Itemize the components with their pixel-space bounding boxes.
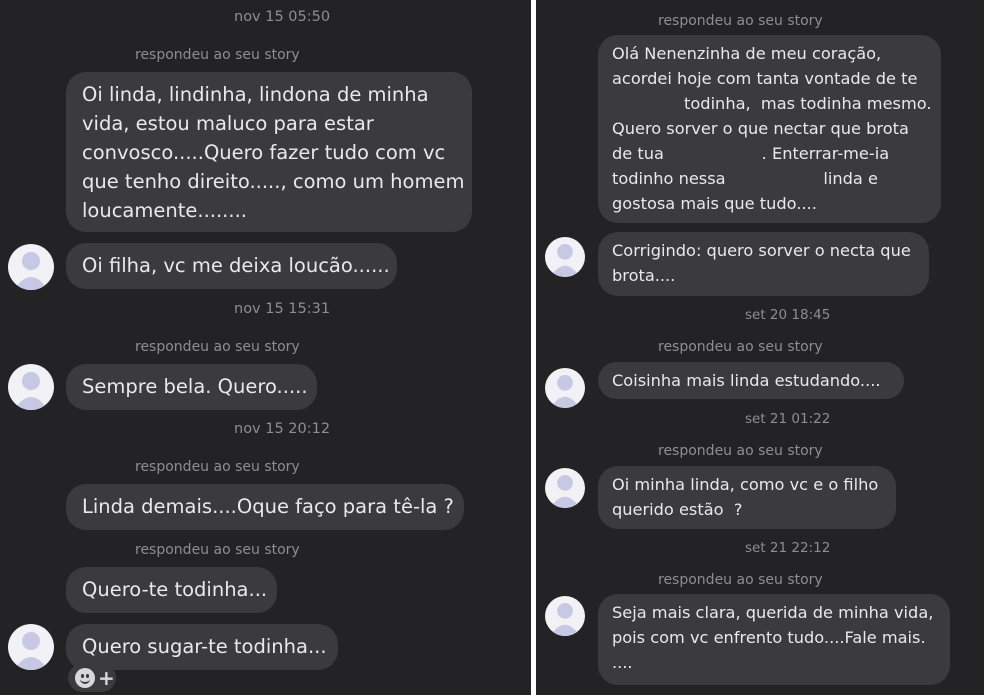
message-bubble[interactable]: Oi filha, vc me deixa loucão...... (66, 243, 397, 289)
story-reply-label: respondeu ao seu story (135, 459, 300, 475)
avatar[interactable] (545, 237, 585, 277)
message-bubble[interactable]: Olá Nenenzinha de meu coração, acordei h… (598, 35, 941, 223)
message-line: loucamente........ (82, 199, 247, 222)
message-line: convosco.....Quero fazer tudo com vc (82, 141, 446, 164)
default-user-icon (550, 374, 580, 408)
message-bubble[interactable]: Quero sugar-te todinha... (66, 624, 338, 670)
message-bubble[interactable]: Corrigindo: quero sorver o necta que bro… (598, 232, 929, 296)
story-reply-label: respondeu ao seu story (135, 47, 300, 63)
message-line: Coisinha mais linda estudando.... (612, 371, 881, 390)
message-line: querido estão ? (612, 500, 743, 519)
story-reply-label: respondeu ao seu story (658, 13, 823, 29)
message-line: Sempre bela. Quero..... (82, 375, 308, 398)
message-bubble[interactable]: Seja mais clara, querida de minha vida, … (598, 594, 950, 685)
plus-icon[interactable]: + (98, 665, 115, 691)
story-reply-label: respondeu ao seu story (658, 443, 823, 459)
avatar[interactable] (8, 624, 54, 670)
timestamp: set 21 22:12 (745, 540, 831, 556)
story-reply-label: respondeu ao seu story (658, 339, 823, 355)
reaction-bar[interactable]: + (68, 664, 116, 692)
message-line: todinho nessa linda e (612, 169, 878, 188)
message-line: de tua . Enterrar-me-ia (612, 144, 890, 163)
story-reply-label: respondeu ao seu story (658, 572, 823, 588)
avatar[interactable] (545, 468, 585, 508)
timestamp: nov 15 20:12 (234, 421, 331, 437)
message-line: .... (612, 653, 633, 672)
story-reply-label: respondeu ao seu story (135, 542, 300, 558)
message-bubble[interactable]: Quero-te todinha... (66, 567, 277, 613)
message-line: Oi minha linda, como vc e o filho (612, 475, 879, 494)
timestamp: set 20 18:45 (745, 307, 831, 323)
default-user-icon (14, 372, 48, 410)
message-line: Quero-te todinha... (82, 578, 268, 601)
message-line: Quero sugar-te todinha... (82, 635, 327, 658)
default-user-icon (14, 252, 48, 290)
timestamp: nov 15 05:50 (234, 9, 331, 25)
message-bubble[interactable]: Oi linda, lindinha, lindona de minha vid… (66, 72, 472, 232)
smiley-icon[interactable] (75, 668, 95, 688)
avatar[interactable] (545, 368, 585, 408)
message-line: pois com vc enfrento tudo....Fale mais. (612, 628, 926, 647)
default-user-icon (550, 243, 580, 277)
message-line: Corrigindo: quero sorver o necta que (612, 241, 911, 260)
avatar[interactable] (8, 364, 54, 410)
message-line: Linda demais....Oque faço para tê-la ? (82, 495, 454, 518)
message-line: vida, estou maluco para estar (82, 112, 374, 135)
message-bubble[interactable]: Sempre bela. Quero..... (66, 364, 317, 410)
timestamp: set 21 01:22 (745, 411, 831, 427)
left-chat-panel: nov 15 05:50 respondeu ao seu story Oi l… (0, 0, 531, 695)
timestamp: nov 15 15:31 (234, 301, 331, 317)
message-line: todinha, mas todinha mesmo. (612, 94, 932, 113)
message-line: gostosa mais que tudo.... (612, 194, 817, 213)
story-reply-label: respondeu ao seu story (135, 339, 300, 355)
message-line: Seja mais clara, querida de minha vida, (612, 603, 934, 622)
message-line: Olá Nenenzinha de meu coração, (612, 44, 882, 63)
message-line: acordei hoje com tanta vontade de te (612, 69, 918, 88)
default-user-icon (14, 632, 48, 670)
message-line: Oi filha, vc me deixa loucão...... (82, 254, 390, 277)
message-line: Oi linda, lindinha, lindona de minha (82, 83, 429, 106)
avatar[interactable] (545, 596, 585, 636)
message-line: brota.... (612, 266, 676, 285)
default-user-icon (550, 474, 580, 508)
message-bubble[interactable]: Oi minha linda, como vc e o filho querid… (598, 466, 896, 529)
message-line: Quero sorver o que nectar que brota (612, 119, 909, 138)
right-chat-panel: respondeu ao seu story Olá Nenenzinha de… (536, 0, 984, 695)
avatar[interactable] (8, 244, 54, 290)
default-user-icon (550, 602, 580, 636)
message-bubble[interactable]: Coisinha mais linda estudando.... (598, 362, 904, 399)
message-bubble[interactable]: Linda demais....Oque faço para tê-la ? (66, 484, 464, 530)
message-line: que tenho direito....., como um homem (82, 170, 465, 193)
